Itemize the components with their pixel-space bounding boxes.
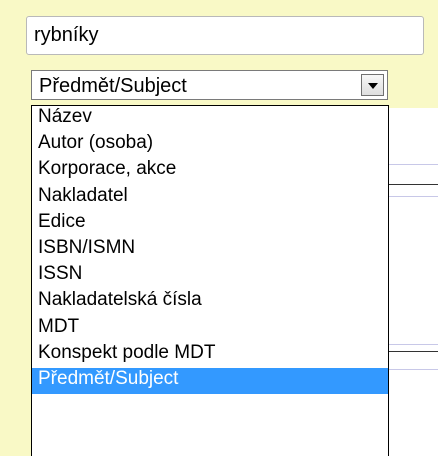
dropdown-option[interactable]: Korporace, akce	[32, 158, 388, 184]
dropdown-option[interactable]: Autor (osoba)	[32, 132, 388, 158]
dropdown-option[interactable]: Edice	[32, 211, 388, 237]
select-current-value: Předmět/Subject	[39, 75, 187, 97]
dropdown-option[interactable]: Nakladatel	[32, 185, 388, 211]
search-input[interactable]: rybníky	[26, 16, 424, 55]
search-input-value: rybníky	[34, 24, 99, 46]
dropdown-option[interactable]: MDT	[32, 316, 388, 342]
dropdown-option[interactable]: Konspekt podle MDT	[32, 342, 388, 368]
search-field-select[interactable]: Předmět/Subject	[31, 70, 388, 100]
dropdown-option[interactable]: Předmět/Subject	[32, 367, 388, 395]
dropdown-option[interactable]: Nakladatelská čísla	[32, 289, 388, 315]
dropdown-option[interactable]: ISSN	[32, 263, 388, 289]
dropdown-option[interactable]: ISBN/ISMN	[32, 237, 388, 263]
search-field-options-list[interactable]: Název Autor (osoba) Korporace, akce Naklada…	[31, 105, 389, 456]
chevron-down-icon	[368, 83, 378, 89]
dropdown-arrow-button[interactable]	[361, 74, 384, 96]
dropdown-option[interactable]: Název	[32, 106, 388, 132]
